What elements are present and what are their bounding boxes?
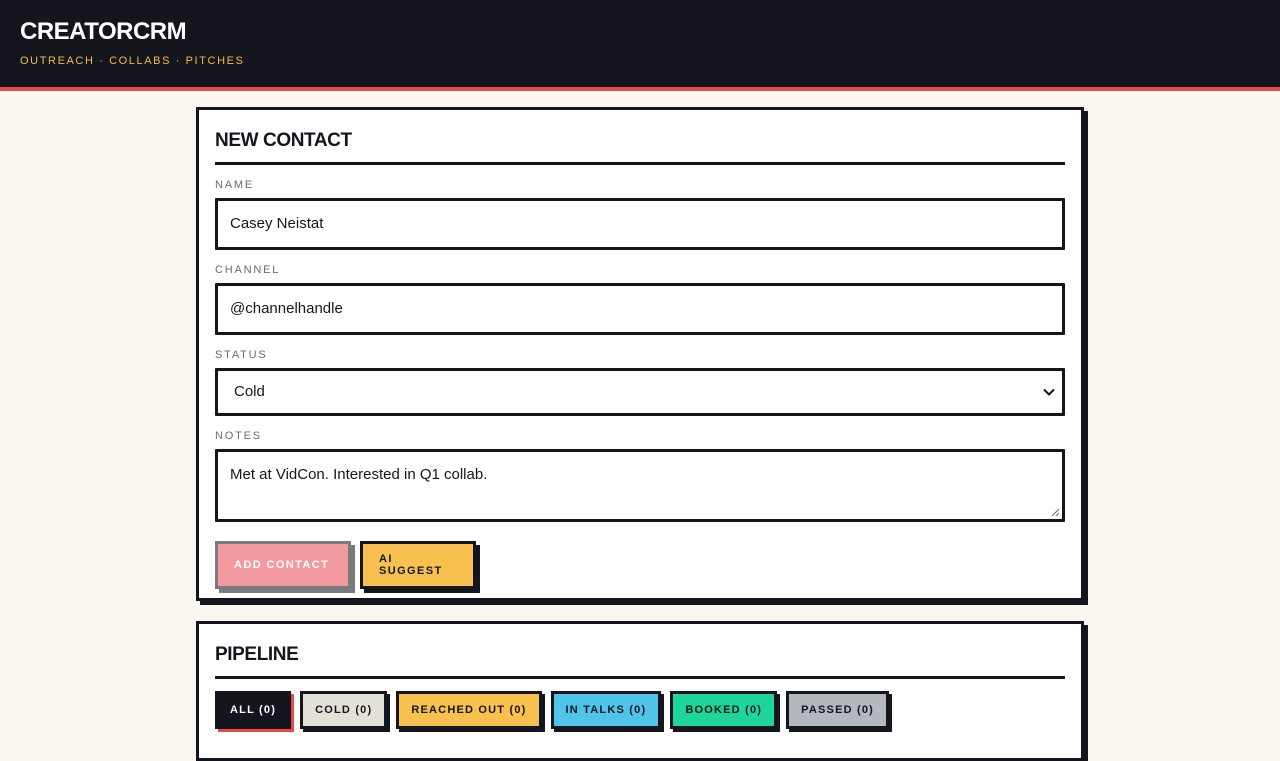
notes-label: NOTES xyxy=(215,430,262,442)
filter-booked[interactable]: BOOKED (0) xyxy=(670,691,778,729)
status-label: STATUS xyxy=(215,349,268,361)
notes-textarea[interactable]: Met at VidCon. Interested in Q1 collab. xyxy=(215,449,1065,522)
channel-input[interactable]: @channelhandle xyxy=(215,283,1065,335)
status-select[interactable]: Cold xyxy=(215,368,1065,416)
filter-passed[interactable]: PASSED (0) xyxy=(786,691,890,729)
filter-in-talks[interactable]: IN TALKS (0) xyxy=(550,691,662,729)
new-contact-card: NEW CONTACT NAME Casey Neistat CHANNEL @… xyxy=(196,107,1084,601)
pipeline-title: PIPELINE xyxy=(215,624,1065,679)
add-contact-button[interactable]: ADD CONTACT xyxy=(215,541,351,589)
app-logo: CREATORCRM xyxy=(20,18,187,45)
pipeline-card: PIPELINE ALL (0) COLD (0) REACHED OUT (0… xyxy=(196,621,1084,761)
resize-grip-icon[interactable] xyxy=(1051,508,1060,517)
filter-reached-out[interactable]: REACHED OUT (0) xyxy=(396,691,542,729)
name-input[interactable]: Casey Neistat xyxy=(215,198,1065,250)
filter-all[interactable]: ALL (0) xyxy=(215,691,292,729)
app-tagline: OUTREACH · COLLABS · PITCHES xyxy=(20,55,245,67)
new-contact-title: NEW CONTACT xyxy=(215,110,1065,165)
status-select-value: Cold xyxy=(234,383,265,400)
filter-cold[interactable]: COLD (0) xyxy=(300,691,388,729)
form-actions: ADD CONTACT AI SUGGEST xyxy=(215,541,1065,589)
channel-label: CHANNEL xyxy=(215,264,281,276)
pipeline-filters: ALL (0) COLD (0) REACHED OUT (0) IN TALK… xyxy=(215,691,1065,729)
name-label: NAME xyxy=(215,179,254,191)
notes-text: Met at VidCon. Interested in Q1 collab. xyxy=(230,466,488,483)
ai-suggest-button[interactable]: AI SUGGEST xyxy=(360,541,476,589)
chevron-down-icon xyxy=(1043,388,1055,396)
app-header: CREATORCRM OUTREACH · COLLABS · PITCHES xyxy=(0,0,1280,91)
